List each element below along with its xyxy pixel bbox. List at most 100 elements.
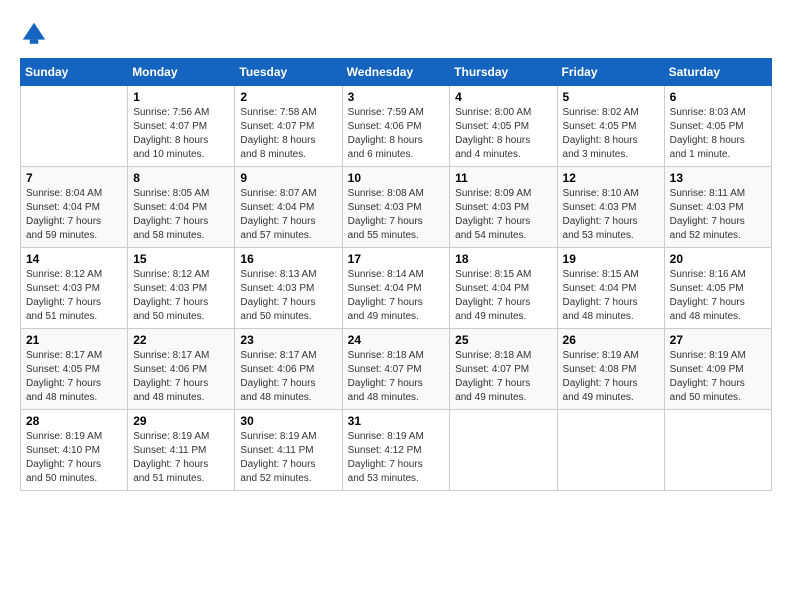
day-info: Sunrise: 8:16 AM Sunset: 4:05 PM Dayligh…	[670, 268, 766, 324]
day-info: Sunrise: 7:58 AM Sunset: 4:07 PM Dayligh…	[240, 106, 336, 162]
calendar-cell: 2 Sunrise: 7:58 AM Sunset: 4:07 PM Daylig…	[235, 86, 342, 167]
day-number: 9	[240, 171, 336, 185]
day-number: 30	[240, 414, 336, 428]
calendar-cell: 9 Sunrise: 8:07 AM Sunset: 4:04 PM Daylig…	[235, 167, 342, 248]
day-info: Sunrise: 8:18 AM Sunset: 4:07 PM Dayligh…	[455, 349, 551, 405]
day-info: Sunrise: 8:15 AM Sunset: 4:04 PM Dayligh…	[455, 268, 551, 324]
calendar-cell: 20 Sunrise: 8:16 AM Sunset: 4:05 PM Dayli…	[664, 248, 771, 329]
calendar-cell: 21 Sunrise: 8:17 AM Sunset: 4:05 PM Dayli…	[21, 329, 128, 410]
day-info: Sunrise: 7:59 AM Sunset: 4:06 PM Dayligh…	[348, 106, 445, 162]
day-number: 17	[348, 252, 445, 266]
day-info: Sunrise: 8:11 AM Sunset: 4:03 PM Dayligh…	[670, 187, 766, 243]
day-number: 5	[563, 90, 659, 104]
calendar-cell	[21, 86, 128, 167]
calendar-cell: 15 Sunrise: 8:12 AM Sunset: 4:03 PM Dayli…	[128, 248, 235, 329]
day-number: 26	[563, 333, 659, 347]
day-info: Sunrise: 8:10 AM Sunset: 4:03 PM Dayligh…	[563, 187, 659, 243]
day-number: 20	[670, 252, 766, 266]
calendar-cell	[450, 410, 557, 491]
day-number: 24	[348, 333, 445, 347]
day-number: 3	[348, 90, 445, 104]
day-info: Sunrise: 8:13 AM Sunset: 4:03 PM Dayligh…	[240, 268, 336, 324]
day-number: 1	[133, 90, 229, 104]
day-info: Sunrise: 8:15 AM Sunset: 4:04 PM Dayligh…	[563, 268, 659, 324]
day-number: 13	[670, 171, 766, 185]
day-info: Sunrise: 8:14 AM Sunset: 4:04 PM Dayligh…	[348, 268, 445, 324]
day-number: 25	[455, 333, 551, 347]
day-number: 22	[133, 333, 229, 347]
day-info: Sunrise: 8:03 AM Sunset: 4:05 PM Dayligh…	[670, 106, 766, 162]
calendar-cell: 29 Sunrise: 8:19 AM Sunset: 4:11 PM Dayli…	[128, 410, 235, 491]
day-number: 29	[133, 414, 229, 428]
day-info: Sunrise: 7:56 AM Sunset: 4:07 PM Dayligh…	[133, 106, 229, 162]
day-number: 10	[348, 171, 445, 185]
day-info: Sunrise: 8:02 AM Sunset: 4:05 PM Dayligh…	[563, 106, 659, 162]
calendar-cell: 24 Sunrise: 8:18 AM Sunset: 4:07 PM Dayli…	[342, 329, 450, 410]
day-info: Sunrise: 8:12 AM Sunset: 4:03 PM Dayligh…	[133, 268, 229, 324]
day-number: 18	[455, 252, 551, 266]
calendar-cell: 7 Sunrise: 8:04 AM Sunset: 4:04 PM Daylig…	[21, 167, 128, 248]
calendar-table: SundayMondayTuesdayWednesdayThursdayFrid…	[20, 58, 772, 491]
day-info: Sunrise: 8:19 AM Sunset: 4:10 PM Dayligh…	[26, 430, 122, 486]
day-info: Sunrise: 8:19 AM Sunset: 4:11 PM Dayligh…	[240, 430, 336, 486]
day-header-friday: Friday	[557, 59, 664, 86]
day-header-monday: Monday	[128, 59, 235, 86]
day-header-thursday: Thursday	[450, 59, 557, 86]
day-header-wednesday: Wednesday	[342, 59, 450, 86]
day-info: Sunrise: 8:12 AM Sunset: 4:03 PM Dayligh…	[26, 268, 122, 324]
calendar-cell: 3 Sunrise: 7:59 AM Sunset: 4:06 PM Daylig…	[342, 86, 450, 167]
calendar-cell: 30 Sunrise: 8:19 AM Sunset: 4:11 PM Dayli…	[235, 410, 342, 491]
day-info: Sunrise: 8:19 AM Sunset: 4:08 PM Dayligh…	[563, 349, 659, 405]
calendar-cell: 25 Sunrise: 8:18 AM Sunset: 4:07 PM Dayli…	[450, 329, 557, 410]
day-info: Sunrise: 8:00 AM Sunset: 4:05 PM Dayligh…	[455, 106, 551, 162]
day-number: 31	[348, 414, 445, 428]
day-info: Sunrise: 8:07 AM Sunset: 4:04 PM Dayligh…	[240, 187, 336, 243]
day-info: Sunrise: 8:17 AM Sunset: 4:06 PM Dayligh…	[240, 349, 336, 405]
calendar-cell: 16 Sunrise: 8:13 AM Sunset: 4:03 PM Dayli…	[235, 248, 342, 329]
day-info: Sunrise: 8:05 AM Sunset: 4:04 PM Dayligh…	[133, 187, 229, 243]
calendar-cell: 12 Sunrise: 8:10 AM Sunset: 4:03 PM Dayli…	[557, 167, 664, 248]
day-info: Sunrise: 8:04 AM Sunset: 4:04 PM Dayligh…	[26, 187, 122, 243]
day-number: 8	[133, 171, 229, 185]
day-number: 12	[563, 171, 659, 185]
day-header-saturday: Saturday	[664, 59, 771, 86]
calendar-cell: 23 Sunrise: 8:17 AM Sunset: 4:06 PM Dayli…	[235, 329, 342, 410]
day-number: 27	[670, 333, 766, 347]
day-number: 21	[26, 333, 122, 347]
calendar-cell: 27 Sunrise: 8:19 AM Sunset: 4:09 PM Dayli…	[664, 329, 771, 410]
day-info: Sunrise: 8:18 AM Sunset: 4:07 PM Dayligh…	[348, 349, 445, 405]
day-number: 15	[133, 252, 229, 266]
logo-icon	[20, 20, 48, 48]
logo	[20, 20, 52, 48]
calendar-cell: 22 Sunrise: 8:17 AM Sunset: 4:06 PM Dayli…	[128, 329, 235, 410]
day-info: Sunrise: 8:19 AM Sunset: 4:09 PM Dayligh…	[670, 349, 766, 405]
calendar-cell: 1 Sunrise: 7:56 AM Sunset: 4:07 PM Daylig…	[128, 86, 235, 167]
day-info: Sunrise: 8:09 AM Sunset: 4:03 PM Dayligh…	[455, 187, 551, 243]
day-number: 16	[240, 252, 336, 266]
calendar-cell	[557, 410, 664, 491]
calendar-cell: 14 Sunrise: 8:12 AM Sunset: 4:03 PM Dayli…	[21, 248, 128, 329]
day-number: 2	[240, 90, 336, 104]
calendar-cell: 13 Sunrise: 8:11 AM Sunset: 4:03 PM Dayli…	[664, 167, 771, 248]
calendar-cell: 17 Sunrise: 8:14 AM Sunset: 4:04 PM Dayli…	[342, 248, 450, 329]
calendar-cell	[664, 410, 771, 491]
day-info: Sunrise: 8:17 AM Sunset: 4:06 PM Dayligh…	[133, 349, 229, 405]
day-number: 6	[670, 90, 766, 104]
day-number: 23	[240, 333, 336, 347]
day-number: 11	[455, 171, 551, 185]
calendar-cell: 10 Sunrise: 8:08 AM Sunset: 4:03 PM Dayli…	[342, 167, 450, 248]
page-header	[20, 20, 772, 48]
calendar-cell: 8 Sunrise: 8:05 AM Sunset: 4:04 PM Daylig…	[128, 167, 235, 248]
day-info: Sunrise: 8:08 AM Sunset: 4:03 PM Dayligh…	[348, 187, 445, 243]
calendar-cell: 5 Sunrise: 8:02 AM Sunset: 4:05 PM Daylig…	[557, 86, 664, 167]
calendar-cell: 4 Sunrise: 8:00 AM Sunset: 4:05 PM Daylig…	[450, 86, 557, 167]
day-header-sunday: Sunday	[21, 59, 128, 86]
day-info: Sunrise: 8:19 AM Sunset: 4:11 PM Dayligh…	[133, 430, 229, 486]
day-info: Sunrise: 8:17 AM Sunset: 4:05 PM Dayligh…	[26, 349, 122, 405]
calendar-cell: 6 Sunrise: 8:03 AM Sunset: 4:05 PM Daylig…	[664, 86, 771, 167]
calendar-cell: 19Sunrise: 8:15 AM Sunset: 4:04 PM Dayli…	[557, 248, 664, 329]
day-number: 4	[455, 90, 551, 104]
day-number: 14	[26, 252, 122, 266]
calendar-cell: 11 Sunrise: 8:09 AM Sunset: 4:03 PM Dayli…	[450, 167, 557, 248]
day-number: 7	[26, 171, 122, 185]
